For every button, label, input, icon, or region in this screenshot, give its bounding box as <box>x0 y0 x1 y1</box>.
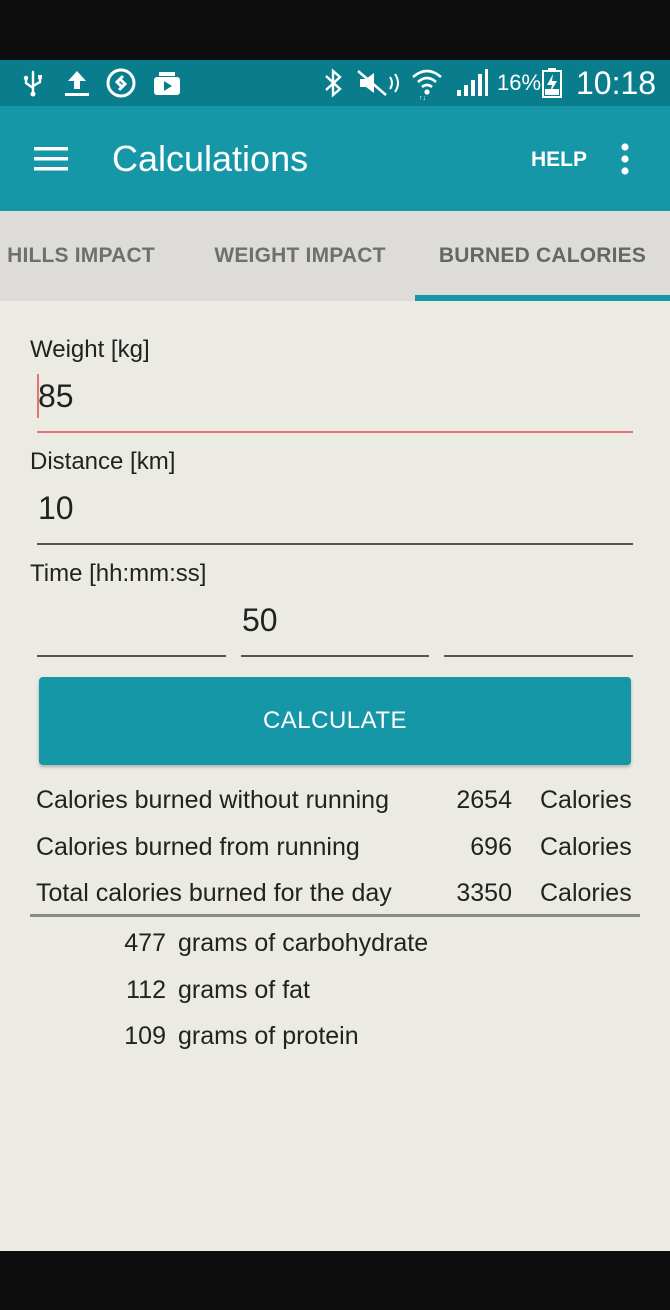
tab-bar: HILLS IMPACT WEIGHT IMPACT BURNED CALORI… <box>0 211 670 301</box>
macro-value-fat: 112 <box>126 976 166 1004</box>
weight-underline <box>37 431 633 433</box>
distance-value: 10 <box>38 490 74 526</box>
macro-value-protein: 109 <box>124 1022 166 1050</box>
macro-label-protein: grams of protein <box>178 1022 359 1050</box>
tab-hills-impact[interactable]: HILLS IMPACT <box>0 211 162 301</box>
result-unit-total: Calories <box>540 879 632 907</box>
signal-icon <box>455 60 489 106</box>
time-label: Time [hh:mm:ss] <box>30 560 207 587</box>
distance-underline <box>37 543 633 545</box>
weight-label: Weight [kg] <box>30 336 150 363</box>
minutes-value: 50 <box>242 602 278 638</box>
media-icon <box>152 60 182 106</box>
macro-value-carbs: 477 <box>124 929 166 957</box>
result-value-without-running: 2654 <box>456 786 512 814</box>
weight-input[interactable]: 85 <box>37 372 633 432</box>
result-unit-from-running: Calories <box>540 833 632 861</box>
tab-burned-calories[interactable]: BURNED CALORIES <box>415 211 670 301</box>
battery-percent: 16% <box>497 70 542 95</box>
shazam-icon <box>106 60 136 106</box>
status-bar: ↑↓ 16% 10:18 <box>0 60 670 106</box>
app-toolbar: Calculations HELP <box>0 106 670 211</box>
bluetooth-icon <box>322 60 344 106</box>
result-label-without-running: Calories burned without running <box>36 786 389 814</box>
macro-label-carbs: grams of carbohydrate <box>178 929 429 957</box>
hours-underline <box>37 655 226 657</box>
minutes-underline <box>241 655 429 657</box>
results-divider <box>30 914 640 917</box>
calculate-button[interactable]: CALCULATE <box>39 677 631 765</box>
top-black-bar <box>0 0 670 60</box>
weight-value: 85 <box>38 378 74 414</box>
usb-icon <box>22 60 44 106</box>
more-options-icon[interactable] <box>616 142 634 178</box>
distance-input[interactable]: 10 <box>37 484 633 544</box>
result-label-total: Total calories burned for the day <box>36 879 392 907</box>
seconds-input[interactable] <box>444 596 633 656</box>
help-button[interactable]: HELP <box>531 148 587 172</box>
upload-icon <box>62 60 92 106</box>
result-unit-without-running: Calories <box>540 786 632 814</box>
bottom-black-bar <box>0 1251 670 1310</box>
menu-icon[interactable] <box>32 144 70 174</box>
wifi-icon: ↑↓ <box>410 60 444 106</box>
svg-text:↑↓: ↑↓ <box>419 95 426 100</box>
macro-label-fat: grams of fat <box>178 976 310 1004</box>
result-value-total: 3350 <box>456 879 512 907</box>
tab-weight-impact[interactable]: WEIGHT IMPACT <box>188 211 412 301</box>
result-value-from-running: 696 <box>470 833 512 861</box>
page-title: Calculations <box>112 138 309 179</box>
result-label-from-running: Calories burned from running <box>36 833 360 861</box>
battery-icon <box>541 60 563 106</box>
seconds-underline <box>444 655 633 657</box>
minutes-input[interactable]: 50 <box>241 596 429 656</box>
mute-icon <box>356 60 402 106</box>
clock: 10:18 <box>576 64 657 101</box>
main-content <box>0 301 670 1251</box>
hours-input[interactable] <box>37 596 226 656</box>
distance-label: Distance [km] <box>30 448 176 475</box>
